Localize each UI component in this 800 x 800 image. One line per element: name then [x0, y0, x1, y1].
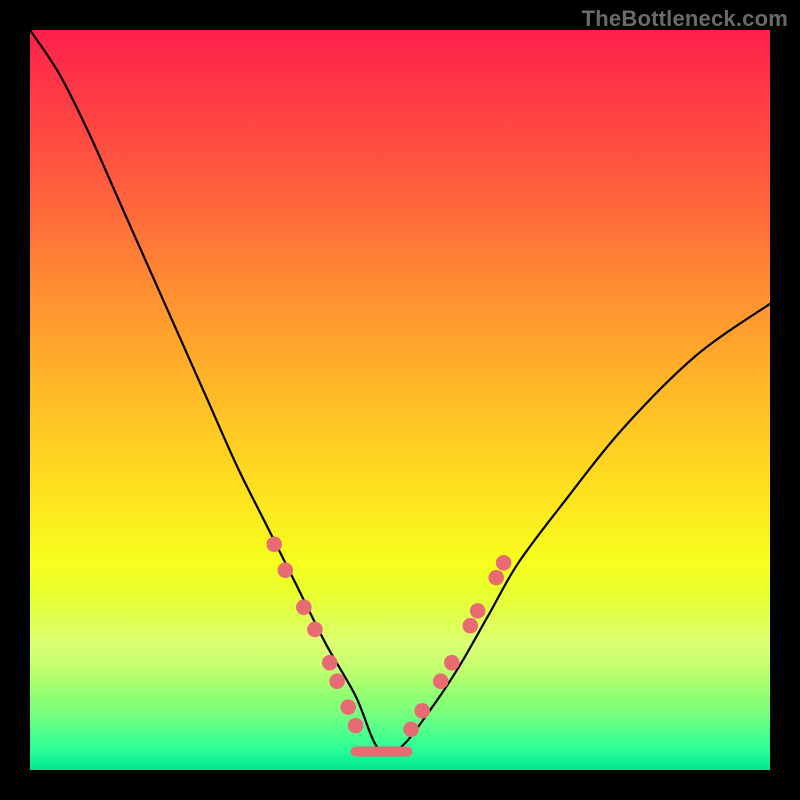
bead-marker — [296, 599, 312, 615]
bead-marker — [322, 655, 338, 671]
bead-marker — [307, 622, 323, 638]
bead-marker — [329, 673, 345, 689]
bead-marker — [488, 570, 504, 586]
app-frame: TheBottleneck.com — [0, 0, 800, 800]
bead-marker — [470, 603, 486, 619]
bead-marker — [403, 722, 419, 738]
bead-marker — [463, 618, 479, 634]
bead-marker — [266, 537, 282, 553]
bead-marker — [278, 562, 294, 578]
curve-layer — [30, 30, 770, 770]
bead-marker — [348, 718, 364, 734]
bead-marker — [340, 699, 356, 715]
beads-group — [266, 537, 511, 738]
watermark-text: TheBottleneck.com — [582, 6, 788, 32]
plot-area — [30, 30, 770, 770]
bead-marker — [496, 555, 512, 571]
bottleneck-curve — [30, 30, 770, 753]
bead-marker — [414, 703, 430, 719]
bead-marker — [444, 655, 460, 671]
bead-marker — [433, 673, 449, 689]
